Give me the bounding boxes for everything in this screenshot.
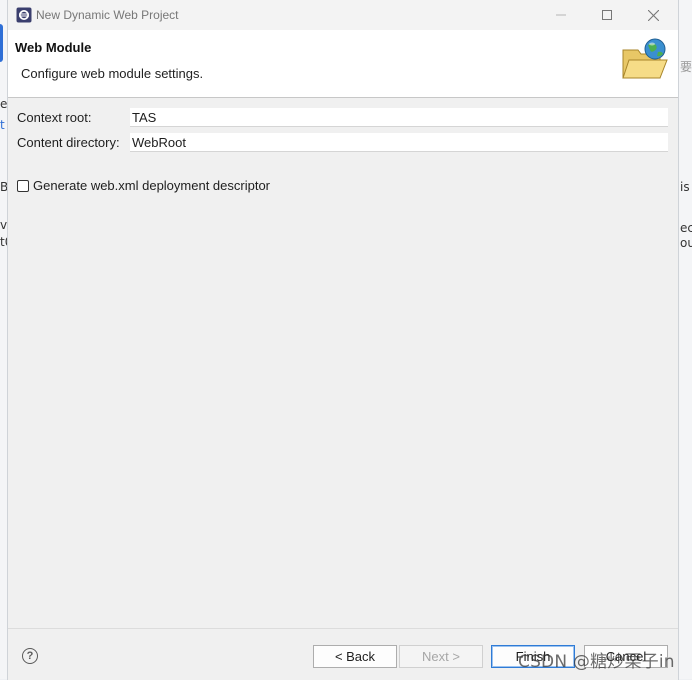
generate-web-xml-checkbox[interactable] — [17, 179, 29, 192]
page-title: Web Module — [15, 40, 92, 55]
content-directory-input[interactable] — [130, 133, 668, 152]
help-button[interactable]: ? — [22, 648, 38, 664]
background-text: out — [680, 236, 692, 250]
web-module-folder-icon — [622, 38, 668, 79]
background-text: B — [0, 180, 9, 194]
background-text: is — [680, 180, 690, 194]
minimize-icon — [556, 14, 566, 16]
context-root-label: Context root: — [17, 110, 92, 125]
help-icon: ? — [26, 650, 34, 662]
close-button[interactable] — [630, 0, 676, 30]
generate-web-xml-option[interactable]: Generate web.xml deployment descriptor — [17, 178, 270, 193]
page-description: Configure web module settings. — [21, 66, 204, 81]
eclipse-app-icon — [16, 7, 32, 23]
wizard-header: Web Module Configure web module settings… — [8, 30, 678, 98]
new-dynamic-web-project-dialog: New Dynamic Web Project Web Module Confi… — [8, 0, 678, 680]
background-text: ec — [680, 221, 692, 235]
generate-web-xml-label: Generate web.xml deployment descriptor — [33, 178, 271, 193]
background-ide-right: 要 is ec out — [678, 0, 692, 679]
maximize-icon — [602, 10, 612, 20]
title-bar[interactable]: New Dynamic Web Project — [8, 0, 678, 30]
background-text: 要 — [680, 60, 692, 74]
wizard-content: Context root: Content directory: Generat… — [8, 98, 678, 628]
wizard-footer: ? < Back Next > Finish Cancel CSDN @糖炒栗子… — [8, 628, 678, 680]
content-directory-label: Content directory: — [17, 135, 120, 150]
close-icon — [647, 9, 659, 21]
watermark: CSDN @糖炒栗子in — [518, 652, 675, 672]
window-title: New Dynamic Web Project — [36, 8, 179, 22]
background-text: t — [0, 118, 5, 132]
back-button[interactable]: < Back — [313, 645, 397, 668]
minimize-button[interactable] — [538, 0, 584, 30]
background-accent — [0, 24, 3, 62]
next-button[interactable]: Next > — [399, 645, 483, 668]
context-root-input[interactable] — [130, 108, 668, 127]
maximize-button[interactable] — [584, 0, 630, 30]
